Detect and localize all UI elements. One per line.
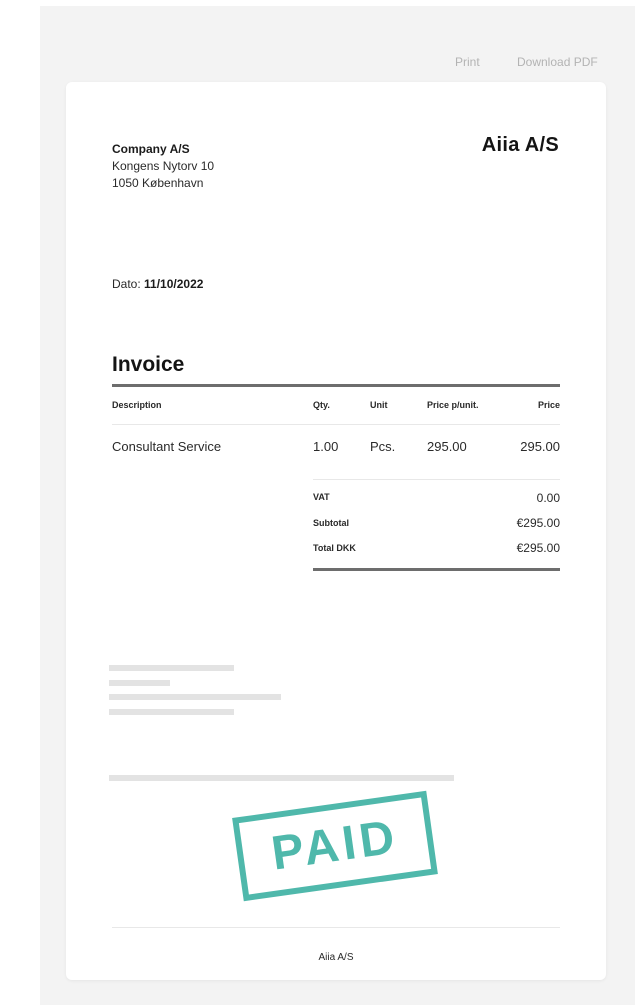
placeholder-text-line bbox=[109, 665, 234, 671]
paid-stamp: PAID bbox=[232, 790, 438, 902]
subtotal-label: Subtotal bbox=[313, 518, 349, 528]
item-unit: Pcs. bbox=[370, 439, 396, 454]
total-value: €295.00 bbox=[516, 541, 560, 555]
footer-divider bbox=[112, 927, 560, 928]
recipient-name: Aiia A/S bbox=[481, 134, 559, 156]
item-price-per-unit: 295.00 bbox=[427, 439, 467, 454]
sender-city: 1050 København bbox=[112, 176, 204, 190]
title-divider bbox=[112, 384, 560, 387]
column-header-description: Description bbox=[112, 400, 162, 410]
summary-divider bbox=[313, 479, 560, 480]
total-label: Total DKK bbox=[313, 543, 356, 553]
invoice-date: Dato: 11/10/2022 bbox=[112, 277, 203, 291]
invoice-sheet: Company A/S Kongens Nytorv 10 1050 Køben… bbox=[66, 82, 606, 980]
vat-value: 0.00 bbox=[536, 491, 560, 505]
subtotal-value: €295.00 bbox=[516, 516, 560, 530]
document-actions: Print Download PDF bbox=[0, 55, 635, 71]
print-link[interactable]: Print bbox=[455, 55, 480, 69]
sender-street: Kongens Nytorv 10 bbox=[112, 159, 215, 173]
download-pdf-link[interactable]: Download PDF bbox=[517, 55, 598, 69]
header-divider bbox=[112, 424, 560, 425]
footer-company-name: Aiia A/S bbox=[318, 952, 354, 963]
placeholder-text-line bbox=[109, 775, 454, 781]
placeholder-text-line bbox=[109, 694, 281, 700]
placeholder-text-line bbox=[109, 709, 234, 715]
vat-label: VAT bbox=[313, 492, 330, 502]
item-qty: 1.00 bbox=[313, 439, 339, 454]
item-price: 295.00 bbox=[520, 439, 560, 454]
column-header-qty: Qty. bbox=[313, 400, 330, 410]
column-header-price-per-unit: Price p/unit. bbox=[427, 400, 479, 410]
item-description: Consultant Service bbox=[112, 439, 222, 454]
paid-stamp-text: PAID bbox=[268, 810, 402, 881]
total-divider bbox=[313, 568, 560, 571]
date-value: 11/10/2022 bbox=[144, 277, 204, 291]
date-label: Dato: bbox=[112, 277, 141, 291]
invoice-title: Invoice bbox=[112, 353, 185, 376]
column-header-price: Price bbox=[537, 400, 560, 410]
placeholder-text-line bbox=[109, 680, 170, 686]
sender-name: Company A/S bbox=[112, 142, 190, 156]
column-header-unit: Unit bbox=[370, 400, 388, 410]
